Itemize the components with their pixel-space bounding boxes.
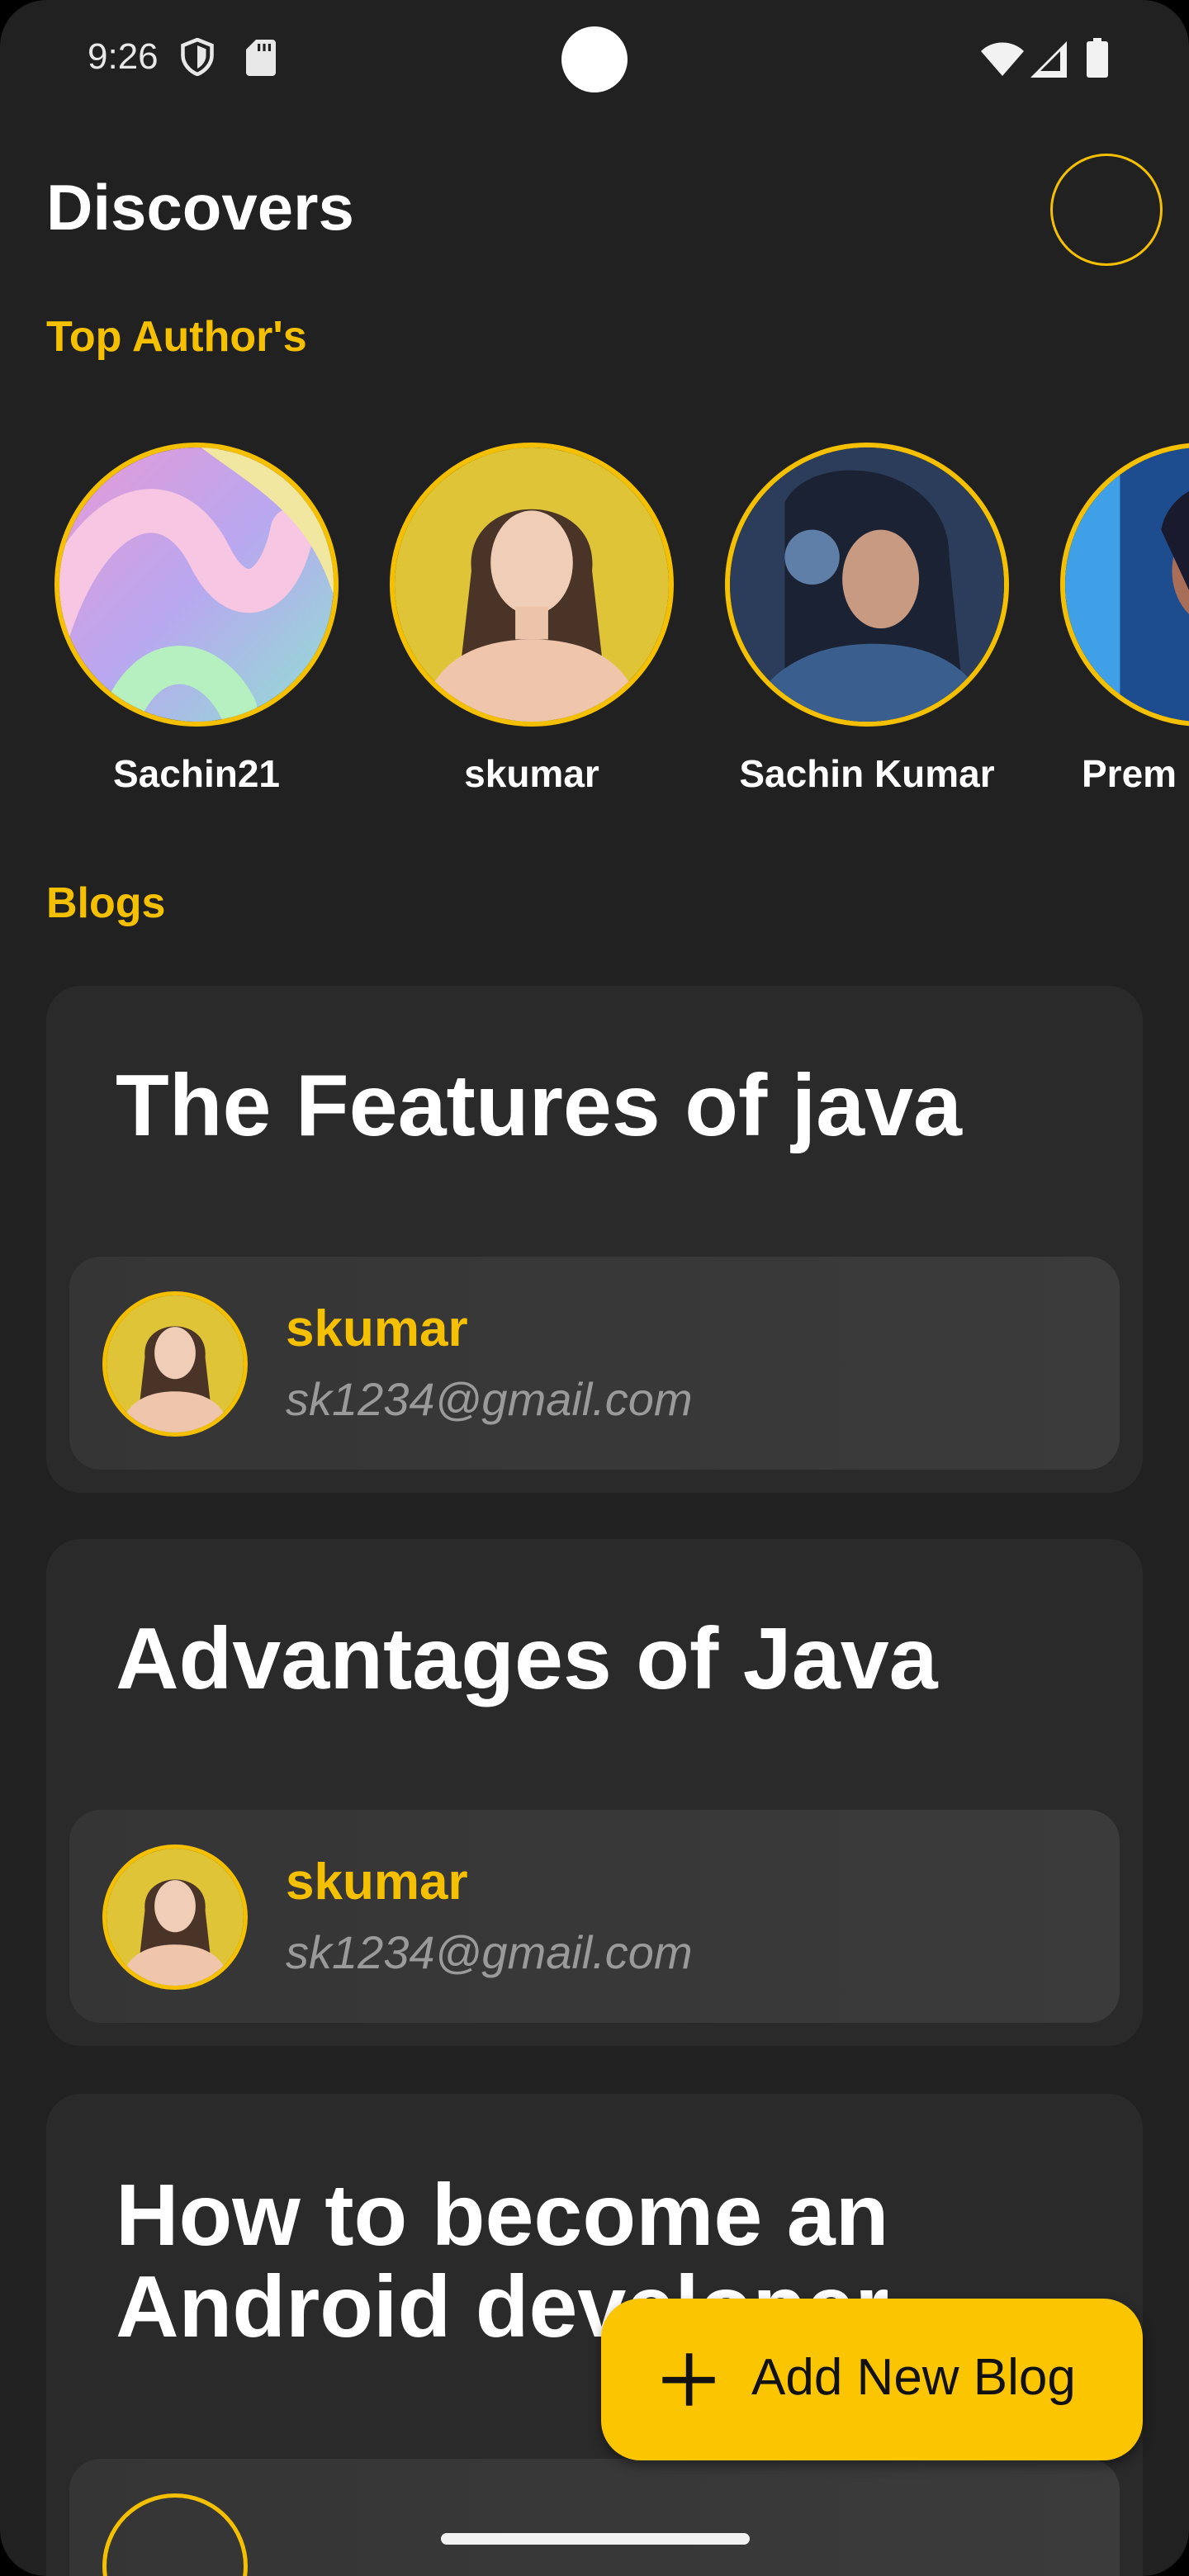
profile-avatar-button[interactable] bbox=[1050, 154, 1163, 266]
add-new-blog-label: Add New Blog bbox=[751, 2349, 1076, 2406]
author-item[interactable]: Prem bbox=[1057, 443, 1189, 796]
blog-author-email: sk1234@gmail.com bbox=[286, 1373, 693, 1425]
status-time: 9:26 bbox=[88, 36, 159, 77]
camera-cutout bbox=[561, 26, 628, 92]
wifi-icon bbox=[981, 42, 1024, 76]
author-item[interactable]: skumar bbox=[386, 443, 677, 796]
author-avatar bbox=[390, 443, 674, 727]
blog-card[interactable]: Advantages of Java skumar sk1234@gmail.c… bbox=[46, 1539, 1143, 2046]
blog-author-avatar bbox=[102, 1291, 248, 1437]
page-title: Discovers bbox=[46, 171, 354, 244]
author-name: Prem bbox=[1082, 752, 1177, 795]
author-item[interactable]: Sachin Kumar bbox=[722, 443, 1012, 796]
author-avatar bbox=[725, 443, 1009, 727]
blog-author-avatar bbox=[102, 2493, 248, 2576]
section-top-authors: Top Author's bbox=[46, 313, 307, 361]
author-name: Sachin21 bbox=[113, 752, 280, 795]
blog-author-name: skumar bbox=[286, 1300, 468, 1357]
blog-author-row[interactable]: skumar sk1234@gmail.com bbox=[69, 1810, 1120, 2023]
blog-author-name: skumar bbox=[286, 1854, 468, 1911]
author-avatar bbox=[1060, 443, 1189, 727]
blog-author-row[interactable]: skumar sk1234@gmail.com bbox=[69, 1257, 1120, 1470]
shield-icon bbox=[181, 38, 214, 76]
blog-card[interactable]: The Features of java skumar sk1234@gmail… bbox=[46, 986, 1143, 1493]
signal-icon bbox=[1030, 41, 1067, 78]
author-name: Sachin Kumar bbox=[739, 752, 995, 795]
battery-icon bbox=[1087, 38, 1108, 78]
author-avatar bbox=[54, 443, 339, 727]
section-blogs: Blogs bbox=[46, 879, 166, 927]
blog-author-row[interactable] bbox=[69, 2459, 1120, 2576]
author-item[interactable]: Sachin21 bbox=[51, 443, 342, 796]
add-new-blog-button[interactable]: Add New Blog bbox=[601, 2299, 1143, 2460]
blog-author-email: sk1234@gmail.com bbox=[286, 1926, 693, 1978]
author-name: skumar bbox=[464, 752, 599, 795]
plus-icon bbox=[662, 2353, 715, 2406]
blog-title: Advantages of Java bbox=[116, 1610, 938, 1707]
app-screen: 9:26 Discovers Top Author's Sachin21 sku… bbox=[0, 0, 1189, 2576]
home-indicator[interactable] bbox=[441, 2533, 750, 2545]
status-bar: 9:26 bbox=[0, 0, 1189, 116]
sd-card-icon bbox=[246, 40, 276, 76]
blog-author-avatar bbox=[102, 1844, 248, 1990]
blog-title: The Features of java bbox=[116, 1057, 963, 1154]
